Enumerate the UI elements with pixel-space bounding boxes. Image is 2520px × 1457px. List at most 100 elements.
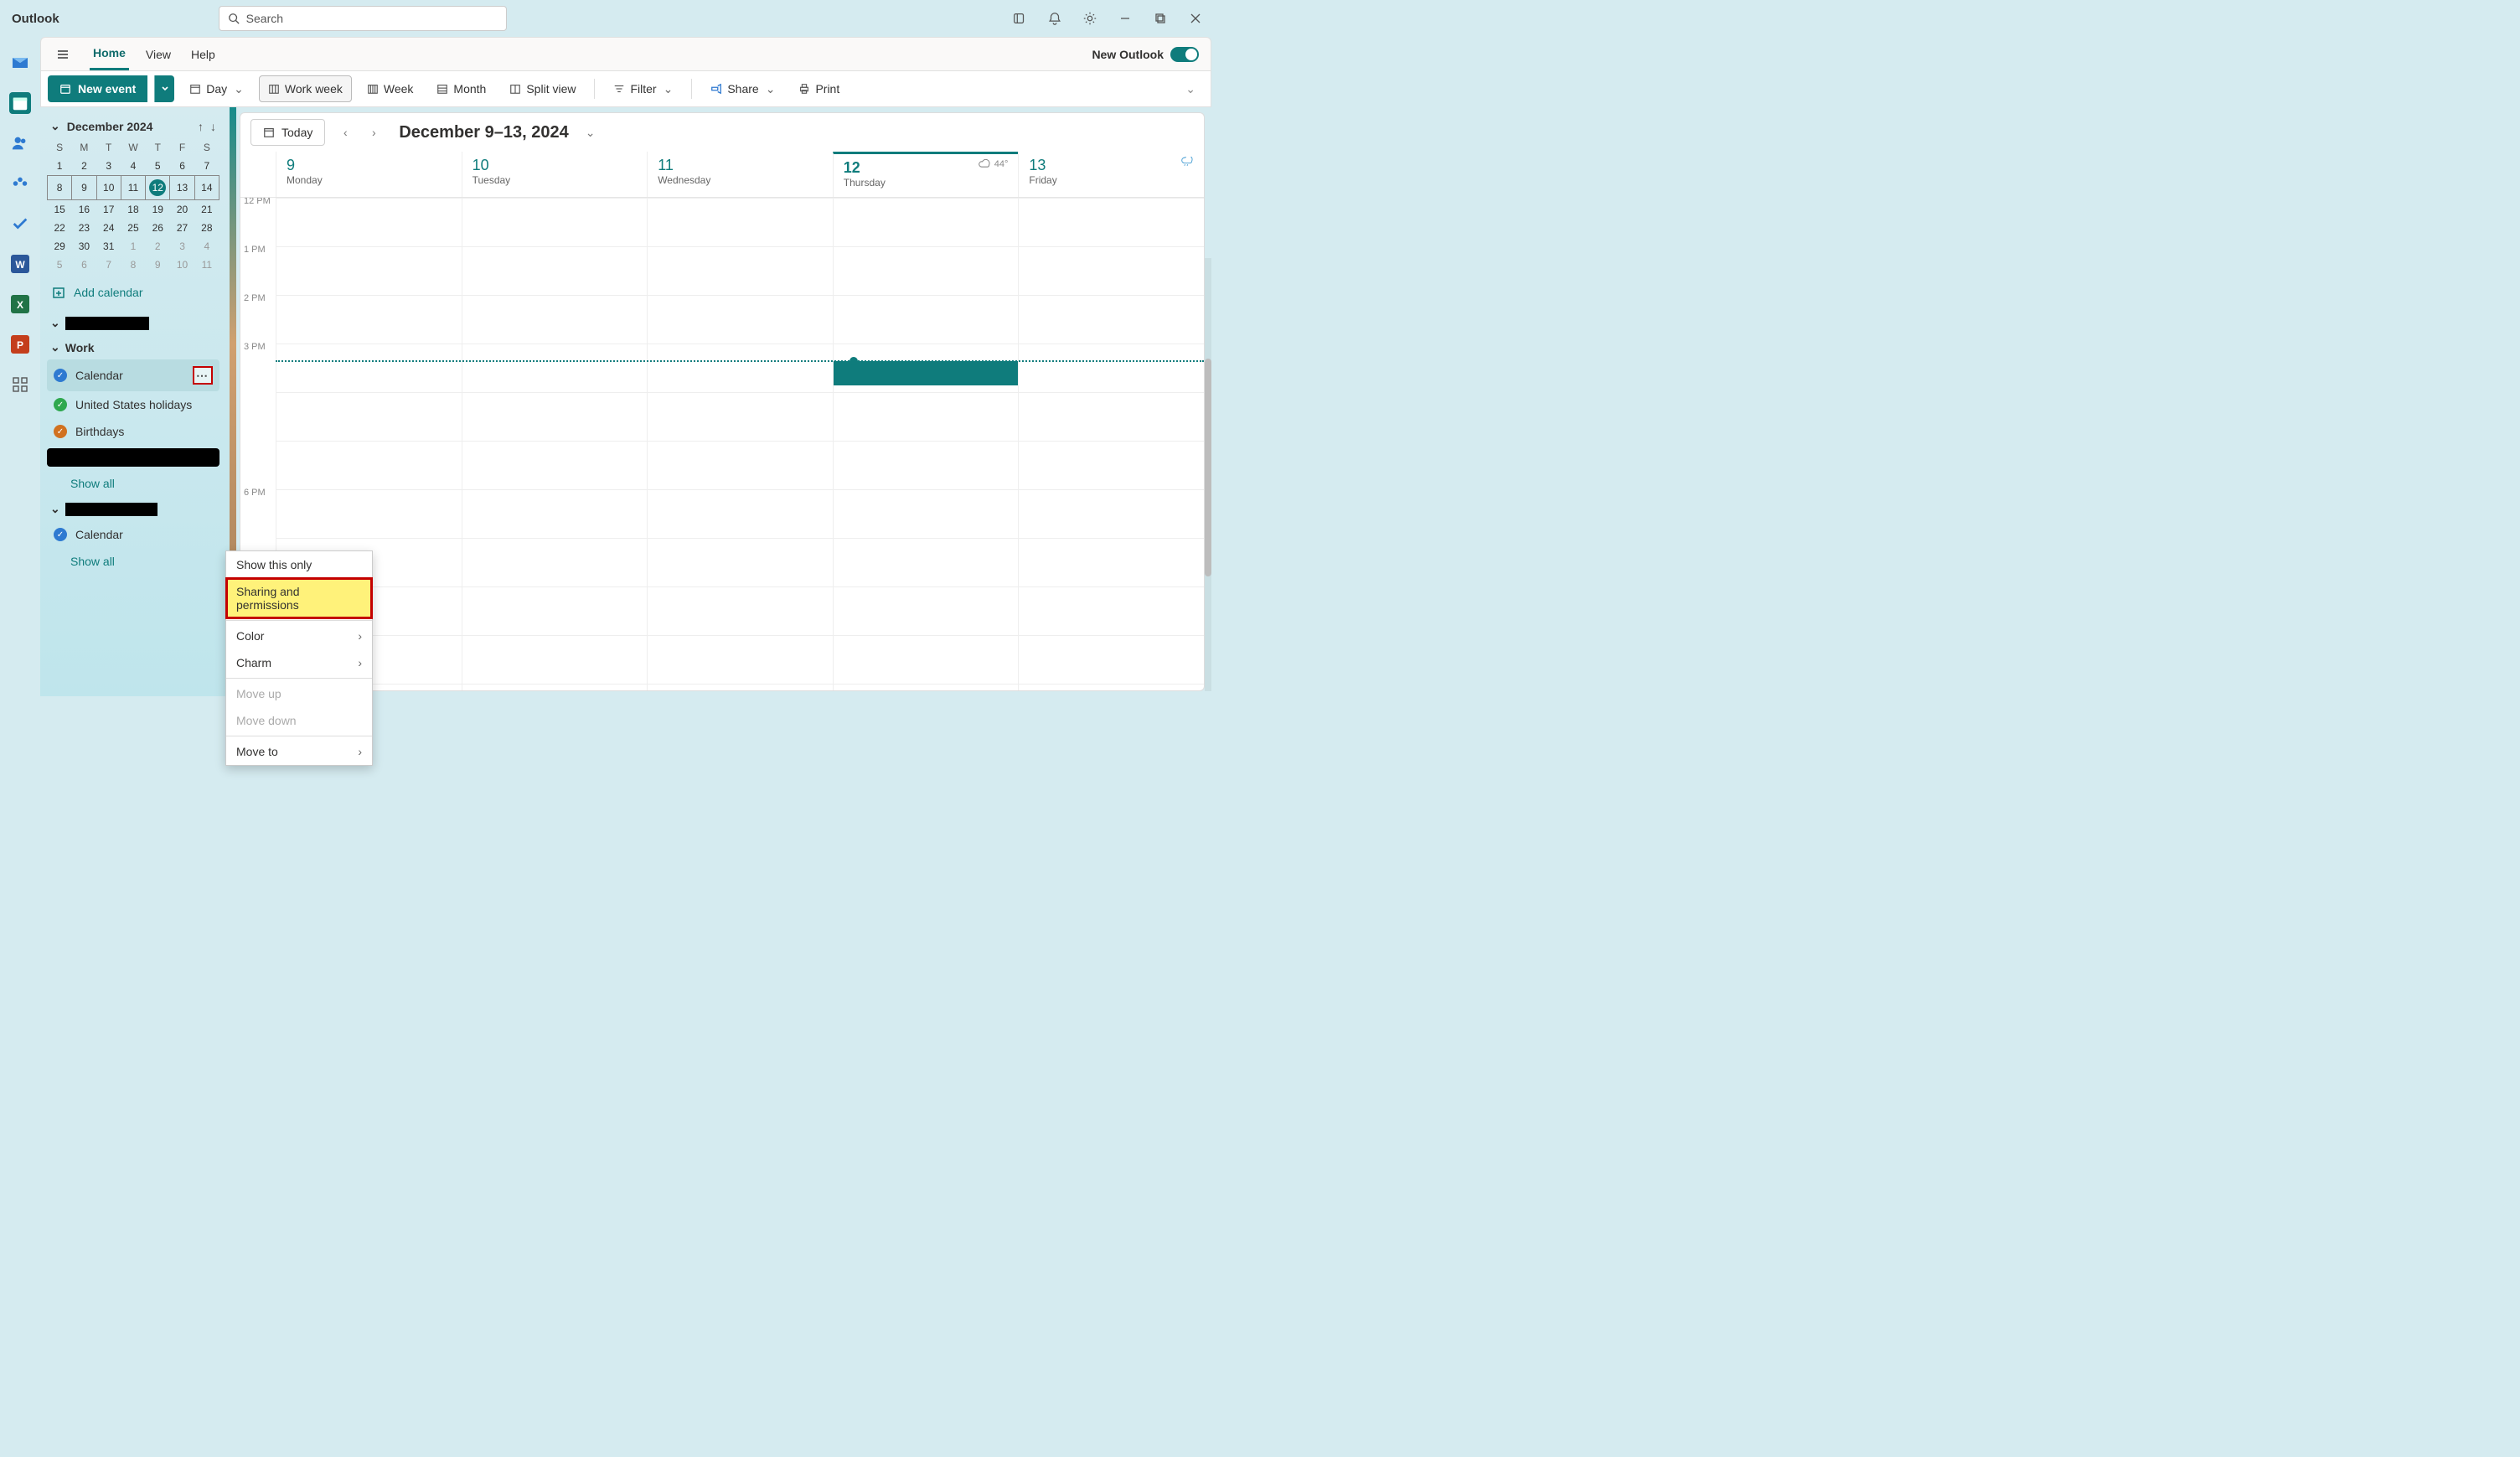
rail-powerpoint-icon[interactable]: P	[9, 333, 31, 355]
col-tue[interactable]	[462, 198, 648, 690]
mini-cal-day[interactable]: 8	[121, 256, 145, 274]
next-month-button[interactable]: ↓	[210, 120, 216, 133]
mini-cal-day[interactable]: 2	[72, 157, 96, 176]
rail-todo-icon[interactable]	[9, 213, 31, 235]
maximize-button[interactable]	[1151, 9, 1170, 28]
mini-cal-day[interactable]: 10	[96, 176, 121, 200]
mini-cal-day[interactable]: 16	[72, 200, 96, 220]
rail-calendar-icon[interactable]	[9, 92, 31, 114]
mini-cal-day[interactable]: 10	[170, 256, 194, 274]
minimize-button[interactable]	[1116, 9, 1134, 28]
ctx-move-to[interactable]: Move to›	[226, 738, 372, 765]
mini-cal-day[interactable]: 9	[72, 176, 96, 200]
settings-icon[interactable]	[1081, 9, 1099, 28]
tab-help[interactable]: Help	[188, 38, 219, 70]
mini-cal-day[interactable]: 4	[194, 237, 219, 256]
calendar-grid[interactable]: 12 PM1 PM2 PM3 PM6 PM11 PM	[240, 198, 1204, 690]
rail-word-icon[interactable]: W	[9, 253, 31, 275]
close-button[interactable]	[1186, 9, 1205, 28]
mini-cal-day[interactable]: 29	[48, 237, 72, 256]
rail-mail-icon[interactable]	[9, 52, 31, 74]
rail-more-icon[interactable]	[9, 374, 31, 395]
mini-cal-day[interactable]: 3	[170, 237, 194, 256]
redacted-calendar-item[interactable]	[47, 448, 219, 467]
mini-cal-day[interactable]: 15	[48, 200, 72, 220]
work-week-button[interactable]: Work week	[259, 75, 352, 102]
calendar-group-work[interactable]: ⌄ Work	[47, 335, 219, 359]
split-view-button[interactable]: Split view	[501, 75, 584, 102]
mini-cal-day[interactable]: 2	[146, 237, 170, 256]
ctx-charm[interactable]: Charm›	[226, 649, 372, 676]
mini-cal-day[interactable]: 5	[48, 256, 72, 274]
ctx-show-this-only[interactable]: Show this only	[226, 551, 372, 578]
day-view-button[interactable]: Day ⌄	[181, 75, 252, 102]
week-button[interactable]: Week	[359, 75, 422, 102]
today-button[interactable]: Today	[250, 119, 325, 146]
col-thu[interactable]	[833, 198, 1019, 690]
mini-calendar[interactable]: SMTWTFS 12345678910111213141516171819202…	[47, 138, 219, 274]
mini-cal-day[interactable]: 11	[121, 176, 145, 200]
rail-groups-icon[interactable]	[9, 173, 31, 194]
mini-cal-day[interactable]: 13	[170, 176, 194, 200]
ctx-sharing-permissions[interactable]: Sharing and permissions	[226, 578, 372, 618]
mini-cal-day[interactable]: 8	[48, 176, 72, 200]
mini-cal-day[interactable]: 24	[96, 219, 121, 237]
calendar-item-us-holidays[interactable]: ✓ United States holidays	[47, 391, 219, 418]
col-wed[interactable]	[647, 198, 833, 690]
calendar-more-button[interactable]: ⋯	[193, 366, 213, 385]
mini-cal-day[interactable]: 6	[72, 256, 96, 274]
mini-cal-day[interactable]: 28	[194, 219, 219, 237]
mini-cal-day[interactable]: 20	[170, 200, 194, 220]
mini-cal-day[interactable]: 19	[146, 200, 170, 220]
mini-cal-day[interactable]: 27	[170, 219, 194, 237]
next-week-button[interactable]: ›	[365, 126, 382, 139]
new-outlook-toggle[interactable]: New Outlook	[1092, 47, 1199, 62]
print-button[interactable]: Print	[790, 75, 848, 102]
calendar-item-birthdays[interactable]: ✓ Birthdays	[47, 418, 219, 445]
mini-cal-day[interactable]: 7	[96, 256, 121, 274]
ctx-color[interactable]: Color›	[226, 623, 372, 649]
mini-cal-day[interactable]: 30	[72, 237, 96, 256]
mini-cal-day[interactable]: 7	[194, 157, 219, 176]
day-header-fri[interactable]: 13 Friday	[1018, 152, 1204, 197]
mini-cal-day[interactable]: 21	[194, 200, 219, 220]
add-calendar-button[interactable]: Add calendar	[47, 274, 219, 311]
tab-home[interactable]: Home	[90, 38, 129, 70]
mini-cal-day[interactable]: 22	[48, 219, 72, 237]
prev-week-button[interactable]: ‹	[337, 126, 354, 139]
search-input[interactable]: Search	[219, 6, 507, 31]
mini-calendar-header[interactable]: ⌄ December 2024 ↑ ↓	[47, 114, 219, 138]
mini-cal-day[interactable]: 1	[121, 237, 145, 256]
mini-cal-day[interactable]: 26	[146, 219, 170, 237]
mini-cal-day[interactable]: 6	[170, 157, 194, 176]
calendar-group-personal[interactable]: ⌄	[47, 311, 219, 335]
month-button[interactable]: Month	[428, 75, 494, 102]
rail-excel-icon[interactable]: X	[9, 293, 31, 315]
share-button[interactable]: Share ⌄	[702, 75, 783, 102]
toggle-switch-icon[interactable]	[1170, 47, 1199, 62]
mini-cal-day[interactable]: 18	[121, 200, 145, 220]
mini-cal-day[interactable]: 17	[96, 200, 121, 220]
prev-month-button[interactable]: ↑	[198, 120, 204, 133]
tab-view[interactable]: View	[142, 38, 174, 70]
mini-cal-day[interactable]: 11	[194, 256, 219, 274]
mini-cal-day[interactable]: 1	[48, 157, 72, 176]
mini-cal-day[interactable]: 4	[121, 157, 145, 176]
mini-cal-day[interactable]: 25	[121, 219, 145, 237]
day-header-thu[interactable]: 44° 12 Thursday	[833, 152, 1019, 197]
ribbon-overflow-button[interactable]: ⌄	[1177, 75, 1204, 102]
mini-cal-day[interactable]: 14	[194, 176, 219, 200]
day-header-wed[interactable]: 11 Wednesday	[647, 152, 833, 197]
mini-cal-day[interactable]: 9	[146, 256, 170, 274]
hamburger-icon[interactable]	[49, 48, 76, 61]
weather-badge[interactable]: 44°	[978, 159, 1009, 169]
calendar-item-calendar[interactable]: ✓ Calendar ⋯	[47, 359, 219, 391]
event-block[interactable]	[834, 361, 1019, 385]
calendar-group-other[interactable]: ⌄	[47, 497, 219, 521]
calendar-item-calendar-2[interactable]: ✓ Calendar	[47, 521, 219, 548]
notifications-icon[interactable]	[1046, 9, 1064, 28]
filter-button[interactable]: Filter ⌄	[605, 75, 681, 102]
day-header-mon[interactable]: 9 Monday	[276, 152, 462, 197]
rail-people-icon[interactable]	[9, 132, 31, 154]
date-range-dropdown[interactable]: ⌄	[586, 126, 596, 140]
